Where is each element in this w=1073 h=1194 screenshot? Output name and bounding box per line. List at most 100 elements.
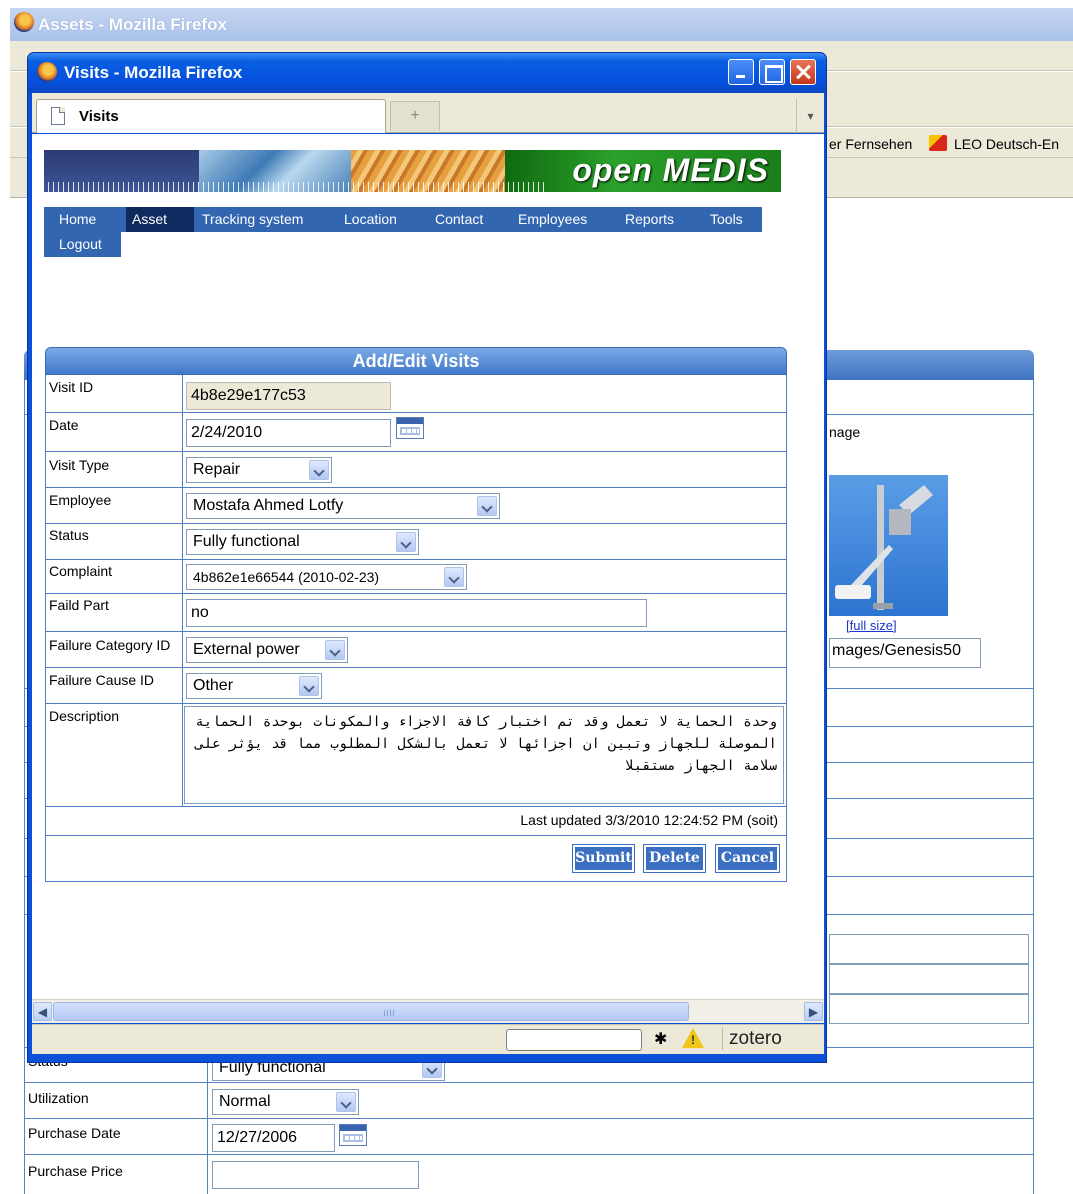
popup-title-bar[interactable]: Visits - Mozilla Firefox — [28, 53, 826, 93]
popup-tab-bar: Visits + ▾ — [32, 93, 824, 133]
status-search-input[interactable] — [506, 1029, 642, 1051]
zotero-button[interactable]: zotero — [722, 1028, 782, 1050]
full-size-link[interactable]: [full size] — [846, 618, 897, 633]
visit-type-select[interactable]: Repair — [186, 457, 332, 483]
complaint-select[interactable]: 4b862e1e66544 (2010-02-23) — [186, 564, 467, 590]
calendar-icon[interactable] — [396, 417, 424, 439]
form-header: Add/Edit Visits — [45, 347, 787, 375]
nav-employees[interactable]: Employees — [518, 207, 587, 232]
nav-tracking-system[interactable]: Tracking system — [202, 207, 303, 232]
horizontal-scrollbar[interactable]: ◀ ▶ — [32, 999, 824, 1023]
bg-purchase-date-input[interactable]: 12/27/2006 — [212, 1124, 335, 1152]
failure-cause-select[interactable]: Other — [186, 673, 322, 699]
nav-logout[interactable]: Logout — [44, 232, 121, 257]
form-row-visit-id: Visit ID 4b8e29e177c53 — [46, 375, 786, 413]
submit-button[interactable]: Submit — [572, 844, 635, 873]
bg-utilization-value: Normal — [219, 1093, 271, 1110]
failure-category-select[interactable]: External power — [186, 637, 348, 663]
bg-text-input[interactable] — [829, 994, 1029, 1024]
tab-list-button[interactable]: ▾ — [796, 99, 824, 133]
status-label: Status — [49, 527, 89, 543]
last-updated-text: Last updated 3/3/2010 12:24:52 PM (soit) — [520, 812, 778, 828]
scroll-thumb[interactable] — [53, 1002, 689, 1021]
firebug-icon[interactable]: ✱ — [654, 1029, 667, 1049]
description-label: Description — [49, 708, 120, 724]
complaint-value: 4b862e1e66544 (2010-02-23) — [193, 569, 380, 585]
failure-category-value: External power — [193, 641, 300, 658]
bookmark-fernsehen[interactable]: er Fernsehen — [829, 136, 912, 152]
bg-purchase-price-label: Purchase Price — [28, 1163, 123, 1179]
bg-purchase-price-input[interactable] — [212, 1161, 419, 1189]
maximize-button[interactable] — [759, 59, 785, 85]
popup-page-content: open MEDIS Home Asset Tracking system Lo… — [32, 134, 824, 1014]
status-select[interactable]: Fully functional — [186, 529, 419, 555]
nav-contact[interactable]: Contact — [435, 207, 483, 232]
date-input[interactable]: 2/24/2010 — [186, 419, 391, 447]
visit-id-field: 4b8e29e177c53 — [186, 382, 391, 410]
visits-popup-window: Visits - Mozilla Firefox Visits + ▾ open… — [27, 52, 827, 1063]
minimize-button[interactable] — [728, 59, 754, 85]
failure-cause-label: Failure Cause ID — [49, 672, 155, 688]
bg-row-divider — [24, 1154, 1034, 1155]
bg-text-input[interactable] — [829, 934, 1029, 964]
open-medis-banner: open MEDIS — [44, 150, 781, 192]
scroll-left-icon[interactable]: ◀ — [33, 1002, 52, 1021]
chevron-down-icon — [325, 640, 345, 660]
employee-value: Mostafa Ahmed Lotfy — [193, 497, 344, 514]
asset-image-label: nage — [829, 424, 861, 440]
form-row-date: Date 2/24/2010 — [46, 413, 786, 452]
bg-row-divider — [24, 1118, 1034, 1119]
scroll-right-icon[interactable]: ▶ — [804, 1002, 823, 1021]
firefox-icon — [14, 12, 34, 32]
calendar-icon[interactable] — [339, 1124, 367, 1146]
close-button[interactable] — [790, 59, 816, 85]
add-edit-visits-form: Visit ID 4b8e29e177c53 Date 2/24/2010 Vi… — [45, 375, 787, 882]
form-row-last-updated: Last updated 3/3/2010 12:24:52 PM (soit) — [46, 807, 786, 836]
description-textarea[interactable]: وحدة الحماية لا تعمل وقد تم اختبار كافة … — [184, 706, 784, 804]
nav-tools[interactable]: Tools — [710, 207, 743, 232]
chevron-down-icon — [444, 567, 464, 587]
warning-mark: ! — [691, 1033, 695, 1047]
visit-id-label: Visit ID — [49, 379, 94, 395]
form-row-complaint: Complaint 4b862e1e66544 (2010-02-23) — [46, 560, 786, 594]
failure-category-label: Failure Category ID — [49, 637, 171, 653]
form-row-status: Status Fully functional — [46, 524, 786, 560]
bookmark-leo[interactable]: LEO Deutsch-En — [954, 136, 1059, 152]
image-path-input[interactable]: mages/Genesis50 — [829, 638, 981, 668]
bg-row-divider — [24, 1082, 1034, 1083]
popup-status-bar: ✱ ! zotero — [32, 1024, 824, 1054]
nav-location[interactable]: Location — [344, 207, 397, 232]
nav-asset[interactable]: Asset — [132, 207, 167, 232]
complaint-label: Complaint — [49, 563, 113, 579]
popup-window-title: Visits - Mozilla Firefox — [64, 63, 243, 82]
chevron-down-icon — [336, 1092, 356, 1112]
page-icon — [51, 107, 65, 125]
bg-text-input[interactable] — [829, 964, 1029, 994]
asset-image — [829, 475, 948, 616]
bg-utilization-label: Utilization — [28, 1090, 89, 1106]
new-tab-button[interactable]: + — [390, 101, 440, 131]
chevron-down-icon — [477, 496, 497, 516]
chevron-down-icon — [309, 460, 329, 480]
main-navigation: Home Asset Tracking system Location Cont… — [44, 207, 762, 232]
firefox-icon — [37, 62, 57, 82]
form-row-description: Description وحدة الحماية لا تعمل وقد تم … — [46, 704, 786, 807]
bg-column-divider — [207, 1047, 208, 1194]
nav-home[interactable]: Home — [59, 207, 96, 232]
tab-visits[interactable]: Visits — [36, 99, 386, 133]
background-window-title: Assets - Mozilla Firefox — [38, 15, 227, 34]
cancel-button[interactable]: Cancel — [715, 844, 780, 873]
delete-button[interactable]: Delete — [643, 844, 706, 873]
chevron-down-icon — [299, 676, 319, 696]
tab-visits-label: Visits — [79, 108, 119, 125]
faild-part-input[interactable]: no — [186, 599, 647, 627]
bg-utilization-select[interactable]: Normal — [212, 1089, 359, 1115]
failure-cause-value: Other — [193, 677, 234, 694]
form-row-failure-category: Failure Category ID External power — [46, 632, 786, 668]
status-value: Fully functional — [193, 533, 300, 550]
employee-select[interactable]: Mostafa Ahmed Lotfy — [186, 493, 500, 519]
faild-part-label: Faild Part — [49, 597, 109, 613]
nav-reports[interactable]: Reports — [625, 207, 674, 232]
visit-type-label: Visit Type — [49, 457, 110, 473]
form-row-faild-part: Faild Part no — [46, 594, 786, 632]
